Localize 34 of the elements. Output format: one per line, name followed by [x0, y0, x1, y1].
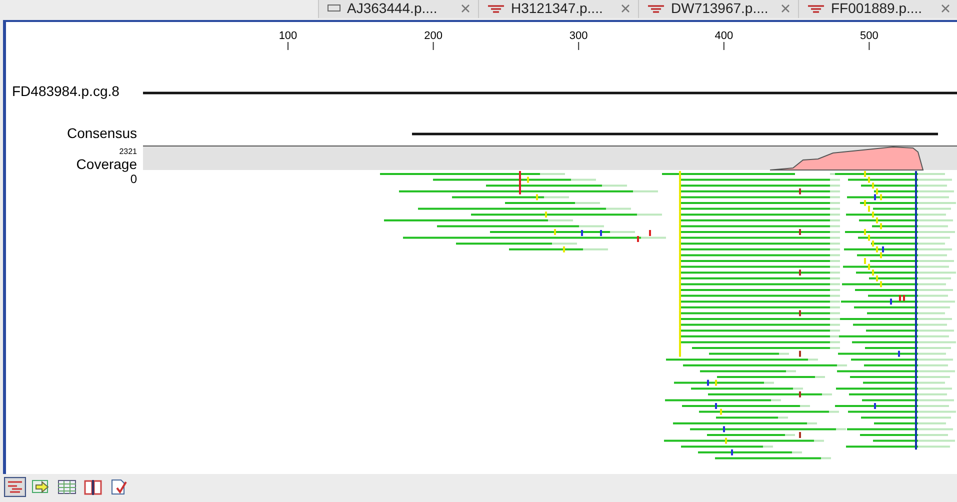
document-tab[interactable]: FF001889.p.... — [798, 0, 957, 18]
close-icon[interactable] — [621, 4, 630, 12]
checked-document-icon — [110, 479, 128, 495]
document-tab[interactable]: DW713967.p.... — [638, 0, 798, 18]
view-button[interactable] — [82, 477, 104, 497]
document-tab[interactable]: AJ363444.p.... — [318, 0, 478, 18]
ruler-label: 400 — [714, 30, 734, 42]
document-tab[interactable]: H3121347.p.... — [478, 0, 638, 18]
ruler-label: 100 — [278, 30, 298, 42]
close-icon[interactable] — [941, 4, 950, 12]
ruler-tick — [868, 42, 870, 50]
coverage-label: Coverage — [76, 156, 138, 172]
book-icon — [84, 479, 102, 495]
coverage-min: 0 — [130, 172, 138, 186]
ruler-tick — [432, 42, 434, 50]
view-button[interactable] — [56, 477, 78, 497]
alignment-icon — [807, 3, 825, 13]
ruler-label: 200 — [424, 30, 442, 42]
table-icon — [58, 479, 76, 495]
document-icon — [327, 3, 341, 13]
close-icon[interactable] — [781, 4, 790, 12]
alignment-icon — [647, 3, 665, 13]
alignment-icon — [487, 3, 505, 13]
close-icon[interactable] — [461, 4, 470, 12]
arrow-table-icon — [32, 479, 50, 495]
view-button[interactable] — [4, 477, 26, 497]
ruler-tick — [723, 42, 724, 50]
reference-name: FD483984.p.cg.8 — [11, 83, 120, 101]
reads-icon — [6, 479, 24, 495]
ruler-label: 500 — [860, 30, 878, 42]
consensus-label: Consensus — [66, 125, 138, 143]
ruler-tick — [578, 42, 580, 50]
coverage-max: 2321 — [119, 147, 138, 156]
ruler-label: 300 — [569, 30, 588, 42]
